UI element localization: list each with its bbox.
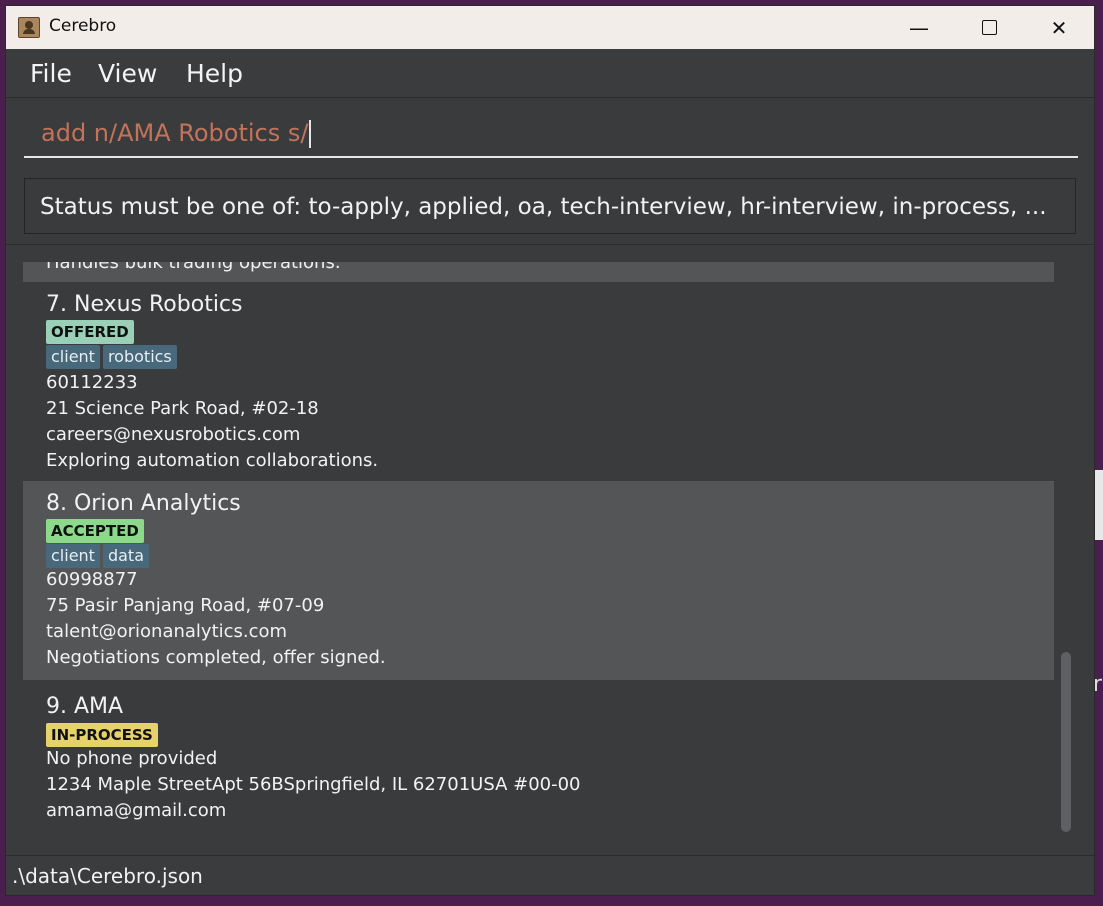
status-badge: IN-PROCESS: [46, 723, 158, 747]
list-item-partial[interactable]: Handles bulk trading operations.: [23, 262, 1054, 282]
status-bar: .\data\Cerebro.json: [6, 855, 1094, 895]
email-text: careers@nexusrobotics.com: [46, 424, 301, 445]
tag: client: [46, 544, 100, 568]
menu-view[interactable]: View: [98, 59, 157, 88]
address-text: 21 Science Park Road, #02-18: [46, 398, 319, 419]
note-text: Negotiations completed, offer signed.: [46, 647, 386, 668]
command-input[interactable]: add n/AMA Robotics s/: [24, 108, 1078, 158]
menu-file[interactable]: File: [30, 59, 72, 88]
phone-text: 60998877: [46, 569, 138, 590]
address-text: 1234 Maple StreetApt 56BSpringfield, IL …: [46, 774, 581, 795]
tag: data: [102, 544, 149, 568]
company-list[interactable]: Handles bulk trading operations. 7. Nexu…: [23, 262, 1054, 839]
maximize-button[interactable]: [954, 6, 1024, 49]
scrollbar-thumb[interactable]: [1061, 652, 1071, 832]
company-name: 8. Orion Analytics: [46, 491, 241, 516]
tag-list: client robotics: [46, 345, 180, 369]
status-badge: ACCEPTED: [46, 519, 144, 543]
company-name: 9. AMA: [46, 694, 124, 719]
tag: robotics: [102, 345, 177, 369]
email-text: amama@gmail.com: [46, 800, 227, 821]
minimize-button[interactable]: —: [884, 6, 954, 49]
phone-text: No phone provided: [46, 748, 218, 769]
address-text: 75 Pasir Panjang Road, #07-09: [46, 595, 325, 616]
desktop-background-window-edge: [1094, 470, 1103, 540]
close-icon: ✕: [1050, 15, 1068, 40]
app-contact-icon: [18, 17, 40, 38]
email-text: talent@orionanalytics.com: [46, 621, 288, 642]
tag-list: client data: [46, 544, 152, 568]
menu-help[interactable]: Help: [186, 59, 243, 88]
title-bar: Cerebro — ✕: [6, 6, 1094, 49]
list-item[interactable]: 7. Nexus Robotics OFFERED client robotic…: [23, 282, 1054, 481]
divider: [6, 244, 1094, 245]
card-note: Handles bulk trading operations.: [46, 262, 341, 273]
note-text: Exploring automation collaborations.: [46, 450, 379, 471]
list-item[interactable]: 8. Orion Analytics ACCEPTED client data …: [23, 481, 1054, 680]
menu-bar: File View Help: [6, 49, 1094, 98]
command-text: add n/AMA Robotics s/: [41, 119, 309, 147]
tag: client: [46, 345, 100, 369]
window-title: Cerebro: [49, 16, 117, 36]
text-caret: [309, 120, 311, 148]
close-button[interactable]: ✕: [1024, 6, 1094, 49]
command-box: add n/AMA Robotics s/: [6, 98, 1094, 173]
status-badge: OFFERED: [46, 320, 134, 344]
result-display: Status must be one of: to-apply, applied…: [24, 178, 1076, 234]
minimize-icon: —: [909, 15, 929, 40]
maximize-icon: [981, 20, 997, 35]
company-name: 7. Nexus Robotics: [46, 292, 243, 317]
app-window: Cerebro — ✕ File View Help add n/AMA Rob…: [5, 5, 1095, 896]
save-location-path: .\data\Cerebro.json: [12, 864, 203, 888]
phone-text: 60112233: [46, 372, 138, 393]
list-item[interactable]: 9. AMA IN-PROCESS No phone provided 1234…: [23, 680, 1054, 839]
